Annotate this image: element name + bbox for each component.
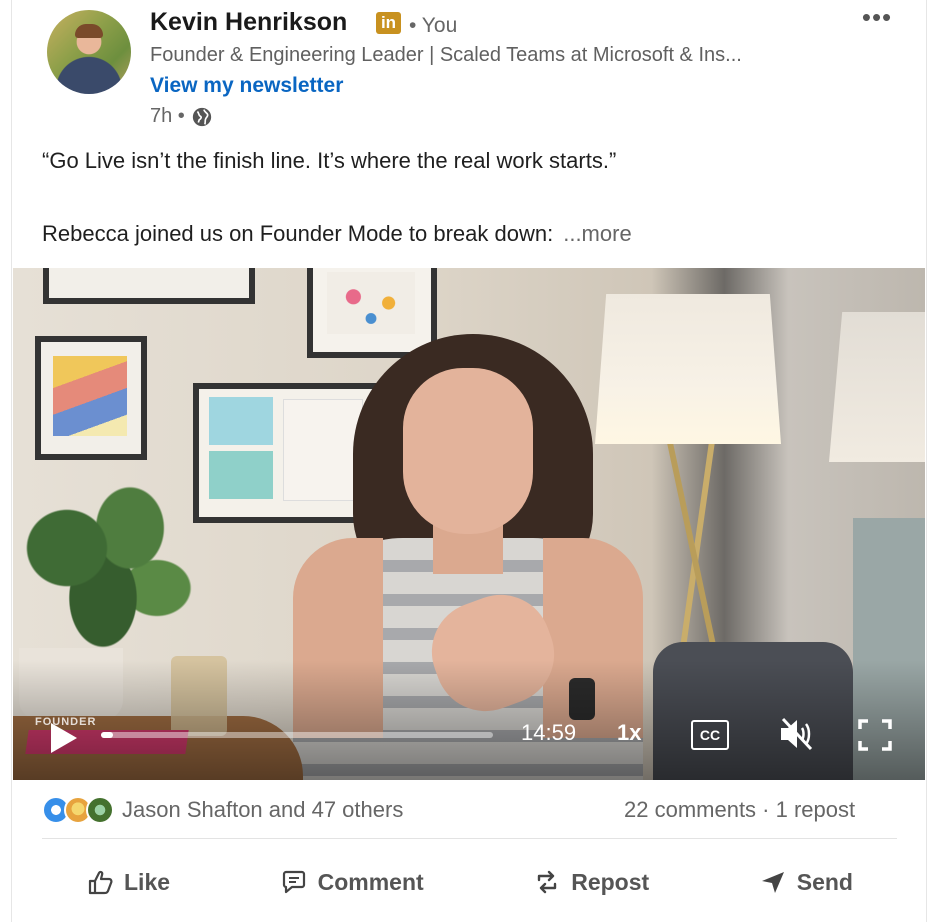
thumbs-up-icon xyxy=(88,870,113,895)
post-paragraph: Rebecca joined us on Founder Mode to bre… xyxy=(42,221,632,247)
repost-button[interactable]: Repost xyxy=(489,852,693,912)
wall-frame xyxy=(307,268,437,358)
fullscreen-icon[interactable] xyxy=(857,718,893,752)
plant xyxy=(13,468,193,668)
author-name[interactable]: Kevin Henrikson xyxy=(150,8,347,37)
comment-icon xyxy=(282,870,305,894)
video-progress-bar[interactable] xyxy=(101,732,493,738)
playback-speed-button[interactable]: 1x xyxy=(617,720,641,746)
video-progress-fill xyxy=(101,732,113,738)
like-button[interactable]: Like xyxy=(42,852,214,912)
video-time-remaining: 14:59 xyxy=(521,720,577,745)
more-options-icon[interactable]: ••• xyxy=(857,4,897,32)
like-label: Like xyxy=(124,868,171,895)
repost-icon xyxy=(538,870,557,894)
muted-speaker-icon[interactable] xyxy=(777,716,817,752)
closed-captions-button[interactable]: CC xyxy=(691,720,729,750)
video-controls: FOUNDER 14:59 1x CC xyxy=(13,708,925,768)
support-icon xyxy=(86,796,114,824)
comments-reposts-count[interactable]: 22 comments · 1 repost xyxy=(624,797,855,823)
comment-button[interactable]: Comment xyxy=(236,852,468,912)
post-time: 7h • xyxy=(150,105,185,127)
linkedin-premium-icon: in xyxy=(376,12,401,34)
lamp-shade xyxy=(595,294,781,444)
wall-frame xyxy=(43,268,255,304)
post-quote: “Go Live isn’t the finish line. It’s whe… xyxy=(42,148,617,173)
author-avatar[interactable] xyxy=(47,10,131,94)
author-relation: • You xyxy=(409,14,458,37)
reaction-icons[interactable] xyxy=(42,796,114,824)
divider xyxy=(42,838,897,839)
see-more-link[interactable]: ...more xyxy=(563,221,631,246)
author-headline: Founder & Engineering Leader | Scaled Te… xyxy=(150,44,742,66)
wall-frame xyxy=(35,336,147,460)
reactors-summary[interactable]: Jason Shafton and 47 others xyxy=(122,797,403,823)
view-newsletter-link[interactable]: View my newsletter xyxy=(150,74,343,98)
lamp-shade xyxy=(829,312,925,462)
send-label: Send xyxy=(796,868,853,895)
post-meta: 7h • xyxy=(150,105,213,128)
comment-label: Comment xyxy=(317,868,424,895)
wall-frame xyxy=(193,383,380,523)
globe-icon xyxy=(192,107,211,126)
post-paragraph-text: Rebecca joined us on Founder Mode to bre… xyxy=(42,221,554,246)
repost-label: Repost xyxy=(571,868,650,895)
feed-post-card: Kevin Henrikson in • You ••• Founder & E… xyxy=(11,0,927,922)
send-icon xyxy=(761,872,784,893)
send-button[interactable]: Send xyxy=(715,852,897,912)
play-icon[interactable] xyxy=(43,718,83,758)
video-player[interactable]: FOUNDER 14:59 1x CC xyxy=(13,268,925,780)
post-actions-bar: Like Comment Repost Send xyxy=(42,852,897,912)
